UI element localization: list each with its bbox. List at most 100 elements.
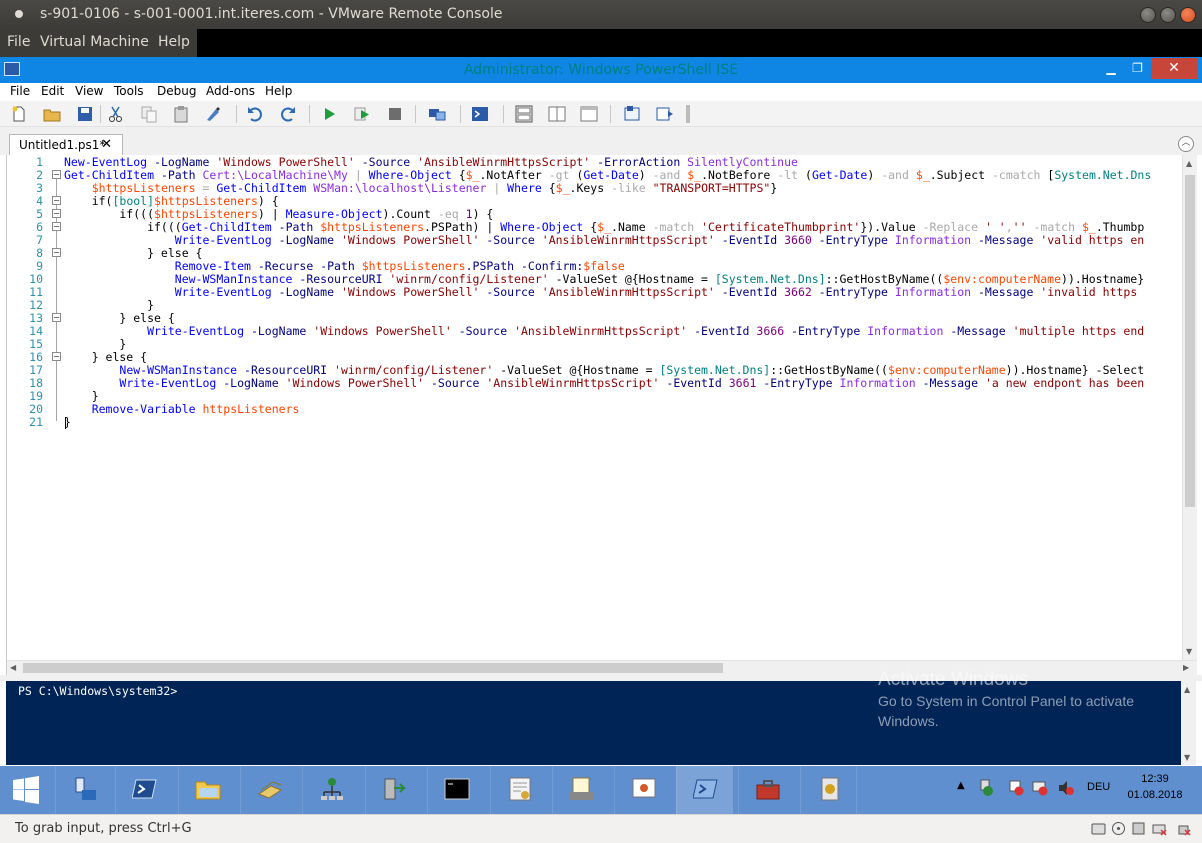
scroll-thumb[interactable] bbox=[1185, 175, 1195, 507]
floppy-icon[interactable] bbox=[1131, 821, 1146, 836]
taskbar-migration[interactable] bbox=[365, 766, 422, 814]
hard-disk-icon[interactable] bbox=[1091, 821, 1106, 836]
vm-menu-help[interactable]: Help bbox=[158, 34, 190, 50]
scroll-up-icon[interactable]: ▲ bbox=[1186, 159, 1192, 168]
taskbar-cmd[interactable] bbox=[427, 766, 484, 814]
taskbar-presentation[interactable] bbox=[614, 766, 671, 814]
undo-icon[interactable] bbox=[246, 105, 264, 123]
powershell-ise-icon bbox=[693, 779, 718, 799]
scroll-down-icon[interactable]: ▼ bbox=[1186, 647, 1192, 656]
new-file-icon[interactable] bbox=[10, 105, 28, 123]
cd-drive-icon[interactable] bbox=[1111, 821, 1126, 836]
remote-powershell-icon[interactable] bbox=[428, 105, 446, 123]
taskbar-security[interactable] bbox=[800, 766, 857, 814]
watermark-line-1: Go to System in Control Panel to activat… bbox=[878, 693, 1135, 709]
ise-menu-edit[interactable]: Edit bbox=[41, 84, 64, 98]
scroll-right-icon[interactable]: ▶ bbox=[1183, 663, 1189, 672]
code-line-14: Write-EventLog -LogName 'Windows PowerSh… bbox=[147, 324, 1145, 338]
show-hidden-icons-icon[interactable]: ▲ bbox=[957, 780, 965, 791]
certificate-icon bbox=[509, 777, 531, 801]
redo-icon[interactable] bbox=[279, 105, 297, 123]
start-button-icon[interactable] bbox=[12, 776, 40, 804]
scroll-down-icon[interactable]: ▼ bbox=[1184, 753, 1190, 762]
paste-icon[interactable] bbox=[172, 105, 190, 123]
vm-window-title: s-901-0106 - s-001-0001.int.iteres.com -… bbox=[40, 6, 503, 22]
show-commands-icon[interactable] bbox=[656, 105, 674, 123]
activate-windows-watermark: Activate Windows Go to System in Control… bbox=[878, 669, 1134, 731]
code-area[interactable]: New-EventLog -LogName 'Windows PowerShel… bbox=[64, 155, 1182, 660]
clear-console-icon[interactable] bbox=[204, 105, 222, 123]
tools-icon bbox=[257, 781, 283, 799]
layout-script-right-icon[interactable] bbox=[548, 105, 566, 123]
tab-untitled1[interactable]: Untitled1.ps1* ✕ bbox=[9, 134, 123, 155]
run-selection-icon[interactable] bbox=[353, 105, 371, 123]
close-icon[interactable] bbox=[1180, 7, 1196, 23]
clock-date: 01.08.2018 bbox=[1127, 789, 1183, 801]
fold-toggle[interactable]: − bbox=[52, 170, 61, 179]
fold-toggle[interactable]: − bbox=[52, 222, 61, 231]
taskbar-tools[interactable] bbox=[240, 766, 297, 814]
fold-toggle[interactable]: − bbox=[52, 352, 61, 361]
tray-action-center-icon[interactable] bbox=[1008, 780, 1024, 796]
vm-menu-file[interactable]: File bbox=[7, 34, 30, 50]
copy-icon[interactable] bbox=[140, 105, 158, 123]
system-tray: ▲ DEU 12:39 01.08.2018 bbox=[950, 766, 1202, 814]
ise-menu-tools[interactable]: Tools bbox=[114, 84, 144, 98]
open-folder-icon[interactable] bbox=[43, 105, 61, 123]
taskbar-server-manager[interactable] bbox=[55, 766, 112, 814]
ise-menu-help[interactable]: Help bbox=[265, 84, 292, 98]
editor-vertical-scrollbar[interactable]: ▲ ▼ bbox=[1182, 155, 1197, 660]
ise-minimize-button[interactable]: ▁ bbox=[1098, 58, 1124, 79]
vm-status-bar: To grab input, press Ctrl+G bbox=[0, 814, 1202, 843]
layout-script-max-icon[interactable] bbox=[580, 105, 598, 123]
ise-menu-debug[interactable]: Debug bbox=[157, 84, 196, 98]
taskbar-toolbox[interactable] bbox=[738, 766, 795, 814]
fold-toggle[interactable]: − bbox=[52, 209, 61, 218]
taskbar-file-explorer[interactable] bbox=[178, 766, 235, 814]
tray-clock[interactable]: 12:39 01.08.2018 bbox=[1120, 771, 1190, 803]
taskbar-powershell[interactable] bbox=[115, 766, 172, 814]
vm-menu-virtual-machine[interactable]: Virtual Machine bbox=[40, 34, 149, 50]
tray-network-icon[interactable] bbox=[978, 779, 994, 797]
save-icon[interactable] bbox=[76, 105, 94, 123]
minimize-icon[interactable] bbox=[1140, 7, 1156, 23]
fold-toggle[interactable]: − bbox=[52, 196, 61, 205]
ise-menu-file[interactable]: File bbox=[10, 84, 30, 98]
ise-menu-view[interactable]: View bbox=[75, 84, 103, 98]
ise-close-button[interactable]: ✕ bbox=[1151, 58, 1197, 79]
fold-toggle[interactable]: − bbox=[52, 248, 61, 257]
scroll-thumb[interactable] bbox=[23, 663, 723, 673]
maximize-icon[interactable] bbox=[1160, 7, 1176, 23]
collapse-script-pane-icon[interactable]: ︿ bbox=[1178, 136, 1194, 152]
input-language[interactable]: DEU bbox=[1087, 781, 1110, 793]
tray-volume-icon[interactable] bbox=[1058, 780, 1074, 796]
script-editor[interactable]: 1 2 3 4 5 6 7 8 9 10 11 12 13 14 15 16 1… bbox=[6, 155, 1197, 675]
console-scrollbar[interactable]: ▲ ▼ bbox=[1181, 681, 1196, 765]
guest-screen[interactable]: Administrator: Windows PowerShell ISE ▁ … bbox=[0, 57, 1202, 814]
ise-menubar: File Edit View Tools Debug Add-ons Help bbox=[0, 83, 1202, 101]
network-adapter-icon[interactable] bbox=[1152, 821, 1167, 836]
code-line-18: Write-EventLog -LogName 'Windows PowerSh… bbox=[119, 376, 1145, 390]
ise-menu-addons[interactable]: Add-ons bbox=[206, 84, 255, 98]
scroll-up-icon[interactable]: ▲ bbox=[1184, 685, 1190, 694]
cut-icon[interactable] bbox=[107, 105, 125, 123]
tray-display-icon[interactable] bbox=[1032, 780, 1048, 796]
scroll-left-icon[interactable]: ◀ bbox=[10, 663, 16, 672]
taskbar-powershell-ise[interactable] bbox=[676, 766, 733, 814]
tab-close-icon[interactable]: ✕ bbox=[101, 137, 112, 152]
taskbar-certificate-tool[interactable] bbox=[552, 766, 609, 814]
script-tab-strip: Untitled1.ps1* ✕ ︿ bbox=[0, 127, 1202, 155]
run-script-icon[interactable] bbox=[320, 105, 338, 123]
powershell-console-icon[interactable] bbox=[471, 105, 489, 123]
window-menu-icon[interactable] bbox=[15, 10, 23, 18]
taskbar-network[interactable] bbox=[302, 766, 359, 814]
taskbar-certificates[interactable] bbox=[490, 766, 547, 814]
fold-toggle[interactable]: − bbox=[52, 313, 61, 322]
usb-icon[interactable] bbox=[1176, 821, 1191, 836]
windows-taskbar: ▲ DEU 12:39 01.08.2018 bbox=[0, 766, 1202, 814]
layout-script-top-icon[interactable] bbox=[515, 105, 533, 123]
code-line-21: } bbox=[64, 415, 71, 429]
ise-restore-button[interactable]: ❐ bbox=[1124, 58, 1151, 79]
stop-icon[interactable] bbox=[386, 105, 404, 123]
show-script-pane-icon[interactable] bbox=[623, 105, 641, 123]
